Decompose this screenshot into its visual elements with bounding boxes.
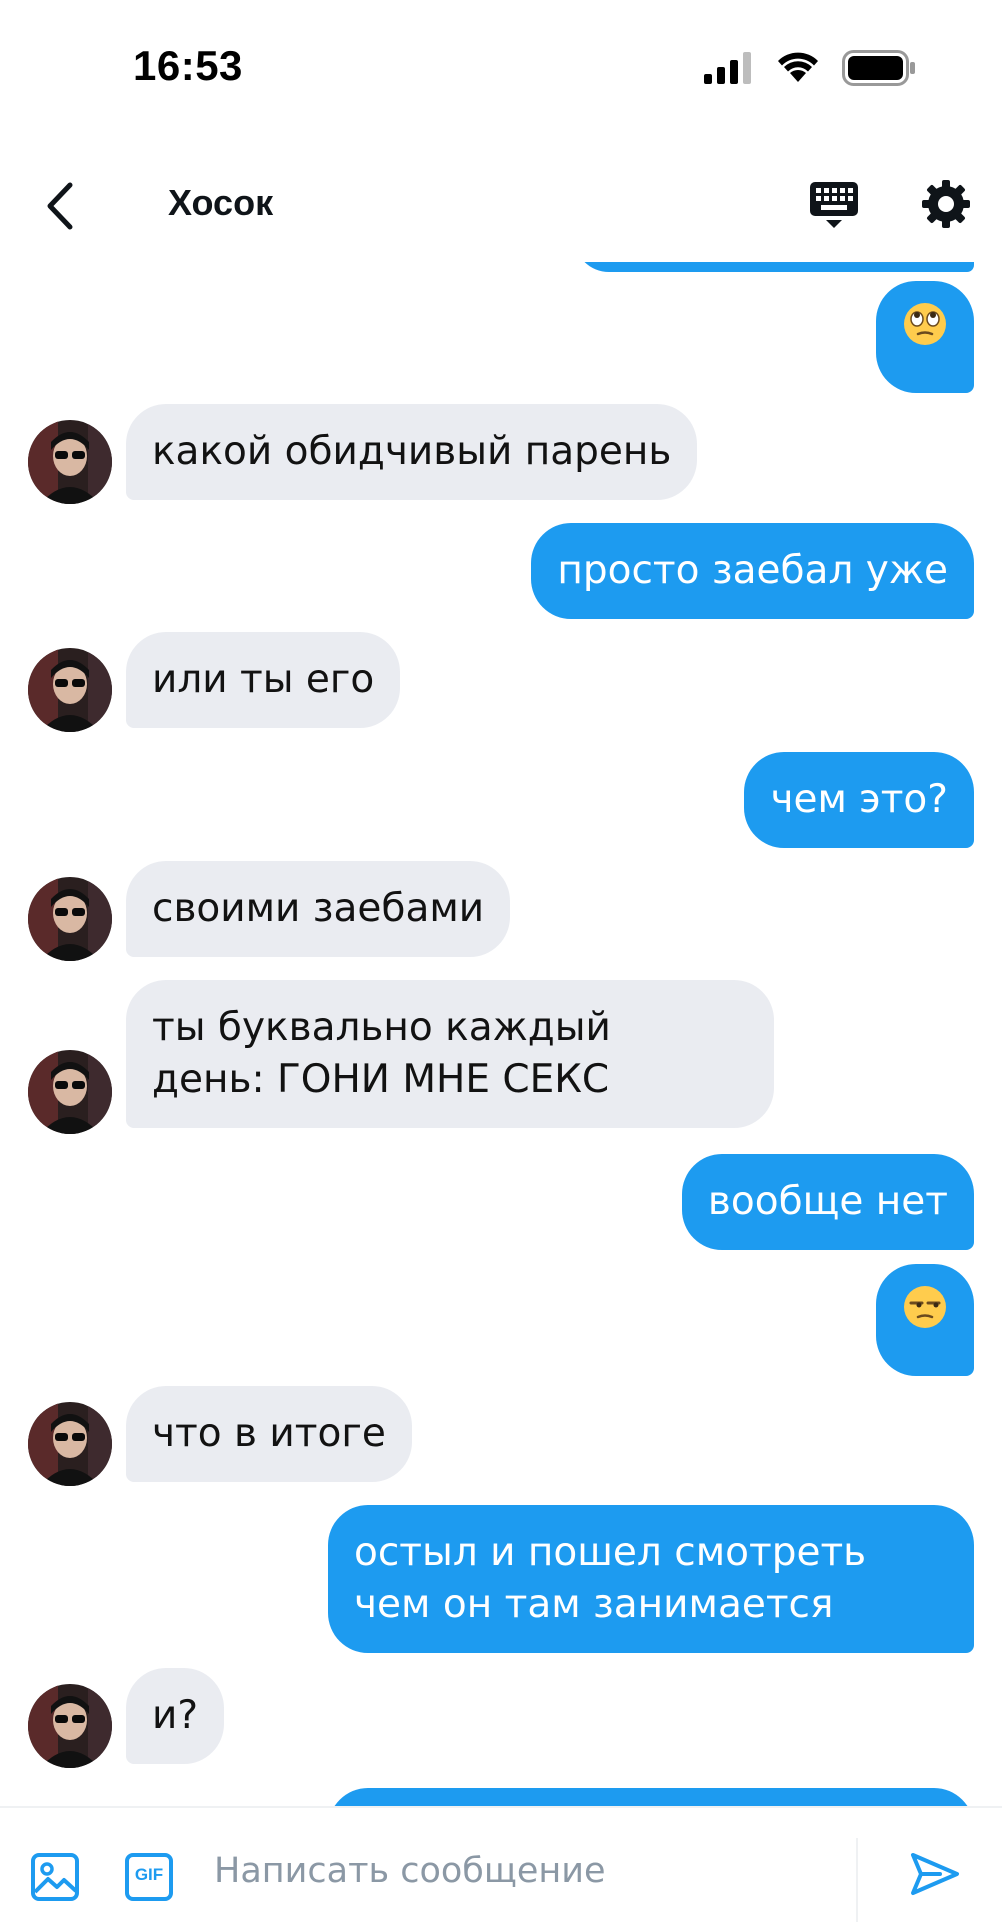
avatar[interactable] [28,1684,112,1768]
message-bubble-outgoing[interactable] [876,1264,974,1376]
message-bubble-outgoing[interactable]: вообще нет [681,1154,974,1250]
message-bubble-outgoing-partial[interactable] [574,262,974,272]
keyboard-icon [810,182,858,228]
message-bubble-outgoing[interactable]: просто заебал уже [531,523,974,619]
message-bubble-outgoing[interactable] [876,281,974,393]
add-gif-button[interactable]: GIF [124,1852,174,1906]
avatar[interactable] [28,420,112,504]
message-list[interactable]: какой обидчивый парень просто заебал уже… [0,262,1002,1808]
message-line: чем он там занимается [354,1582,834,1627]
avatar[interactable] [28,877,112,961]
back-button[interactable] [34,178,84,234]
chat-title[interactable]: Хосок [168,182,273,224]
keyboard-button[interactable] [806,178,862,232]
avatar[interactable] [28,1050,112,1134]
gif-label: GIF [134,1865,164,1884]
status-icons [704,48,916,88]
add-image-button[interactable] [30,1852,80,1906]
message-bubble-outgoing-partial[interactable] [328,1788,974,1808]
message-bubble-outgoing[interactable]: остыл и пошел смотреть чем он там занима… [328,1505,974,1653]
message-input[interactable]: Написать сообщение [214,1846,834,1896]
message-line: ты буквально каждый [152,1005,611,1050]
wifi-icon [778,52,818,82]
gear-icon [922,180,970,228]
compose-bar: GIF Написать сообщение [0,1806,1002,1922]
message-bubble-incoming[interactable]: что в итоге [126,1386,412,1482]
message-bubble-incoming[interactable]: какой обидчивый парень [126,404,698,500]
cellular-signal-icon [704,52,751,84]
status-bar: 16:53 [0,0,1002,130]
compose-divider [856,1838,858,1922]
message-bubble-incoming[interactable]: или ты его [126,632,401,728]
chevron-left-icon [47,182,73,230]
message-bubble-incoming[interactable]: ты буквально каждый день: ГОНИ МНЕ СЕКС [126,980,774,1128]
send-button[interactable] [910,1852,960,1900]
status-time: 16:53 [133,42,243,89]
message-line: день: ГОНИ МНЕ СЕКС [152,1057,610,1102]
message-bubble-incoming[interactable]: и? [126,1668,225,1764]
eye-roll-emoji-icon [903,302,947,372]
battery-icon [842,50,915,86]
image-icon [31,1853,79,1901]
avatar[interactable] [28,1402,112,1486]
unamused-emoji-icon [903,1285,947,1355]
message-bubble-incoming[interactable]: своими заебами [126,861,511,957]
send-icon [911,1853,959,1895]
message-line: остыл и пошел смотреть [354,1530,867,1575]
settings-button[interactable] [918,176,974,232]
avatar[interactable] [28,648,112,732]
message-bubble-outgoing[interactable]: чем это? [744,752,974,848]
chat-header: Хосок [0,140,1002,270]
